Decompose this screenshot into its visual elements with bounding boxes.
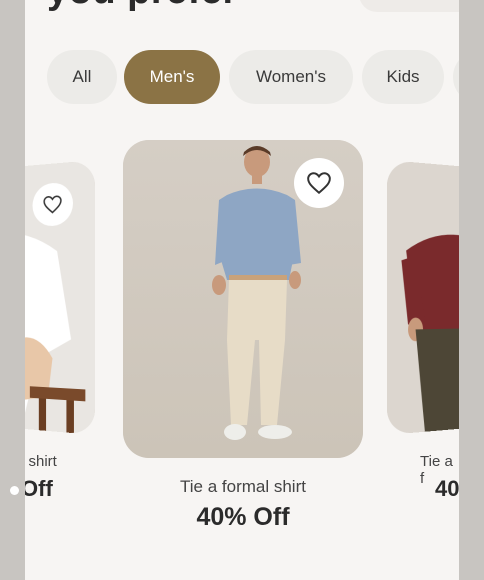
product-image-right: [387, 160, 459, 435]
app-screen: you prefer All Men's Women's Kids l shir…: [25, 0, 459, 580]
product-title-left: l shirt: [25, 453, 57, 470]
search-bar[interactable]: [359, 0, 459, 12]
category-chip-all[interactable]: All: [47, 50, 117, 104]
category-chip-womens[interactable]: Women's: [229, 50, 353, 104]
category-chip-mens[interactable]: Men's: [124, 50, 220, 104]
device-frame-right: [459, 0, 484, 580]
category-chip-more[interactable]: [453, 50, 459, 104]
heart-outline-icon: [42, 194, 62, 215]
product-price-left: Off: [25, 476, 53, 501]
scroll-indicator-dot: [10, 486, 19, 495]
product-card-main[interactable]: [123, 140, 363, 458]
heart-outline-icon: [307, 172, 331, 195]
product-card-right[interactable]: [387, 160, 459, 435]
product-card-left[interactable]: [25, 160, 95, 435]
page-headline: you prefer: [47, 0, 238, 13]
product-price-right: 40: [435, 476, 459, 501]
product-price-main: 40% Off: [196, 503, 290, 531]
product-title-main: Tie a formal shirt: [180, 477, 306, 496]
category-chip-kids[interactable]: Kids: [362, 50, 444, 104]
favorite-button-main[interactable]: [294, 158, 344, 208]
